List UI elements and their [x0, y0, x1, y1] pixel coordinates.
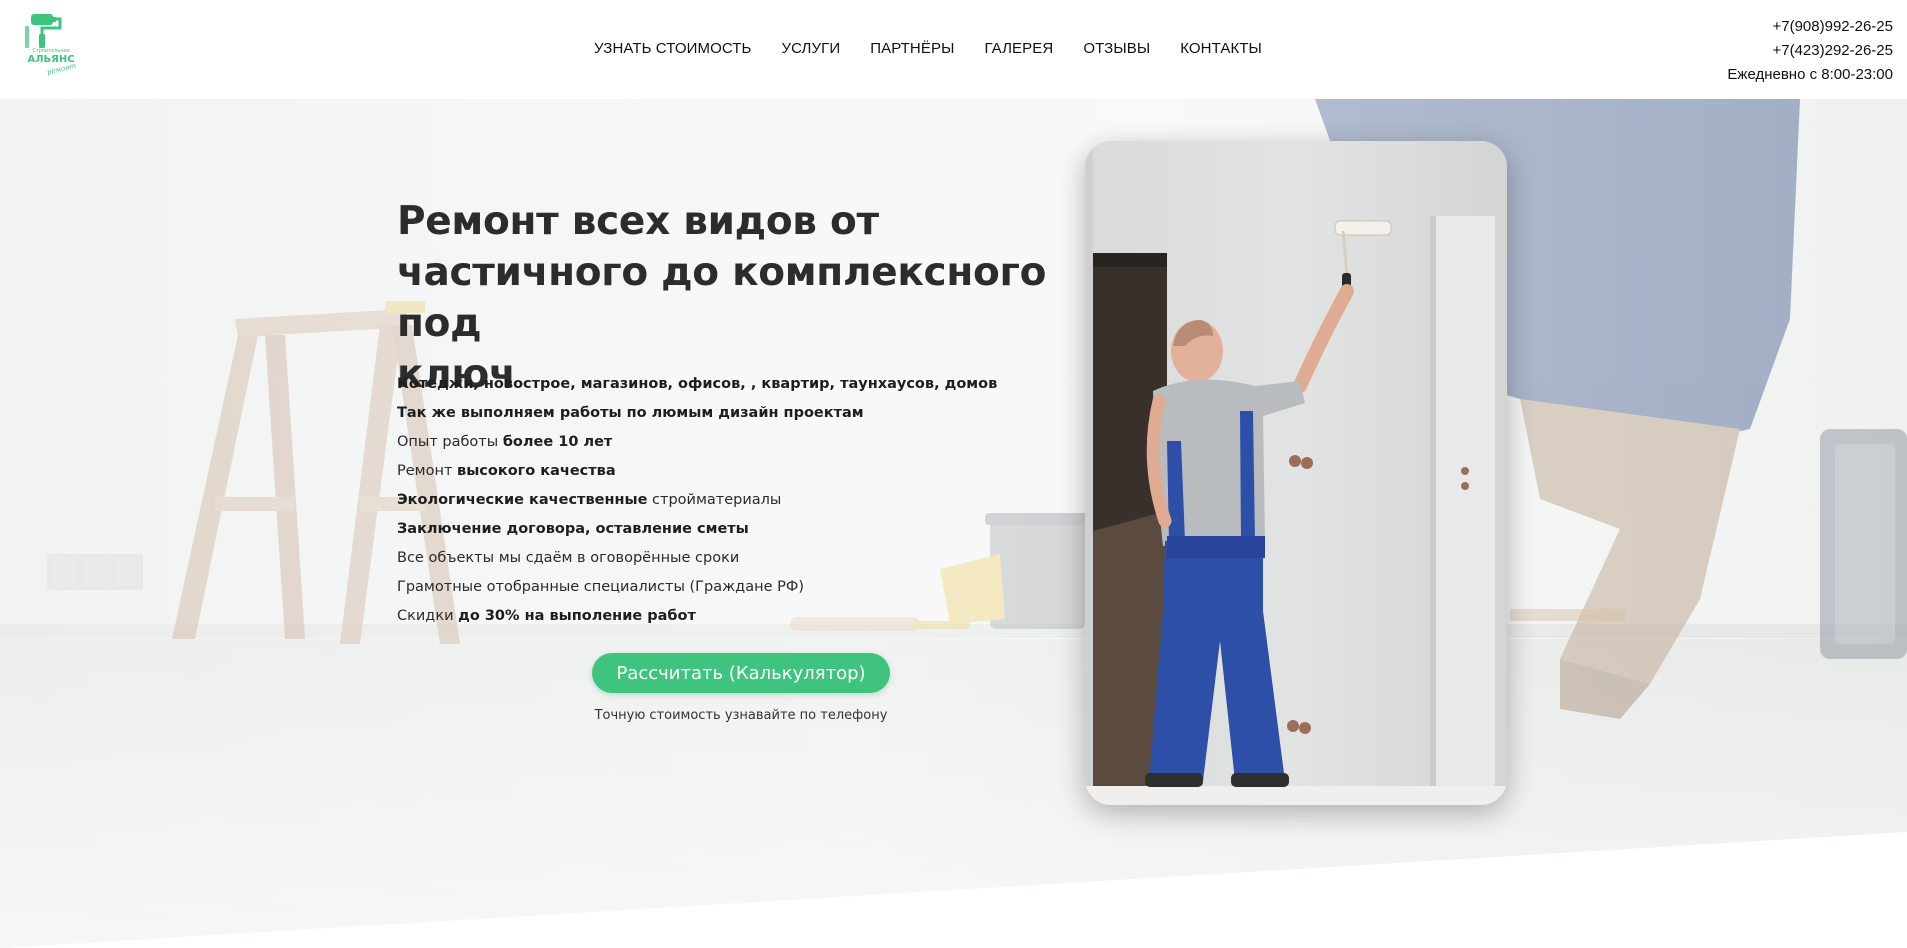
nav-item-pricing[interactable]: УЗНАТЬ СТОИМОСТЬ [594, 40, 751, 57]
working-hours: Ежедневно с 8:00-23:00 [1727, 66, 1893, 83]
hero-photo-card [1085, 141, 1507, 805]
nav-item-contacts[interactable]: КОНТАКТЫ [1180, 40, 1262, 57]
nav-item-gallery[interactable]: ГАЛЕРЕЯ [984, 40, 1053, 57]
painter-photo [1085, 141, 1507, 805]
logo[interactable]: Строительная АЛЬЯНС ремонт [22, 12, 80, 77]
feature-item: Скидки до 30% на выполение работ [397, 608, 696, 624]
feature-item: Все объекты мы сдаём в оговорённые сроки [397, 550, 740, 566]
contact-info: +7(908)992-26-25 +7(423)292-26-25 Ежедне… [1727, 15, 1893, 87]
calculator-button[interactable]: Рассчитать (Калькулятор) [592, 653, 890, 693]
feature-item: Так же выполняем работы по люмым дизайн … [397, 405, 864, 421]
nav-item-reviews[interactable]: ОТЗЫВЫ [1083, 40, 1150, 57]
feature-item: Опыт работы более 10 лет [397, 434, 613, 450]
nav-item-partners[interactable]: ПАРТНЁРЫ [870, 40, 954, 57]
main-nav: УЗНАТЬ СТОИМОСТЬ УСЛУГИ ПАРТНЁРЫ ГАЛЕРЕЯ… [594, 40, 1262, 57]
site-header: Строительная АЛЬЯНС ремонт УЗНАТЬ СТОИМО… [0, 0, 1907, 99]
price-note: Точную стоимость узнавайте по телефону [594, 708, 888, 723]
phone-link-2[interactable]: +7(423)292-26-25 [1727, 39, 1893, 63]
feature-item: Заключение договора, оставление сметы [397, 521, 749, 537]
paint-roller-logo-icon: Строительная АЛЬЯНС ремонт [25, 14, 77, 77]
phone-link-1[interactable]: +7(908)992-26-25 [1727, 15, 1893, 39]
feature-list: Котеджи, новострое, магазинов, офисов, ,… [397, 370, 997, 631]
feature-item: Котеджи, новострое, магазинов, офисов, ,… [397, 376, 998, 392]
feature-item: Грамотные отобранные специалисты (Гражда… [397, 579, 804, 595]
feature-item: Экологические качественные стройматериал… [397, 492, 782, 508]
feature-item: Ремонт высокого качества [397, 463, 616, 479]
nav-item-services[interactable]: УСЛУГИ [781, 40, 840, 57]
